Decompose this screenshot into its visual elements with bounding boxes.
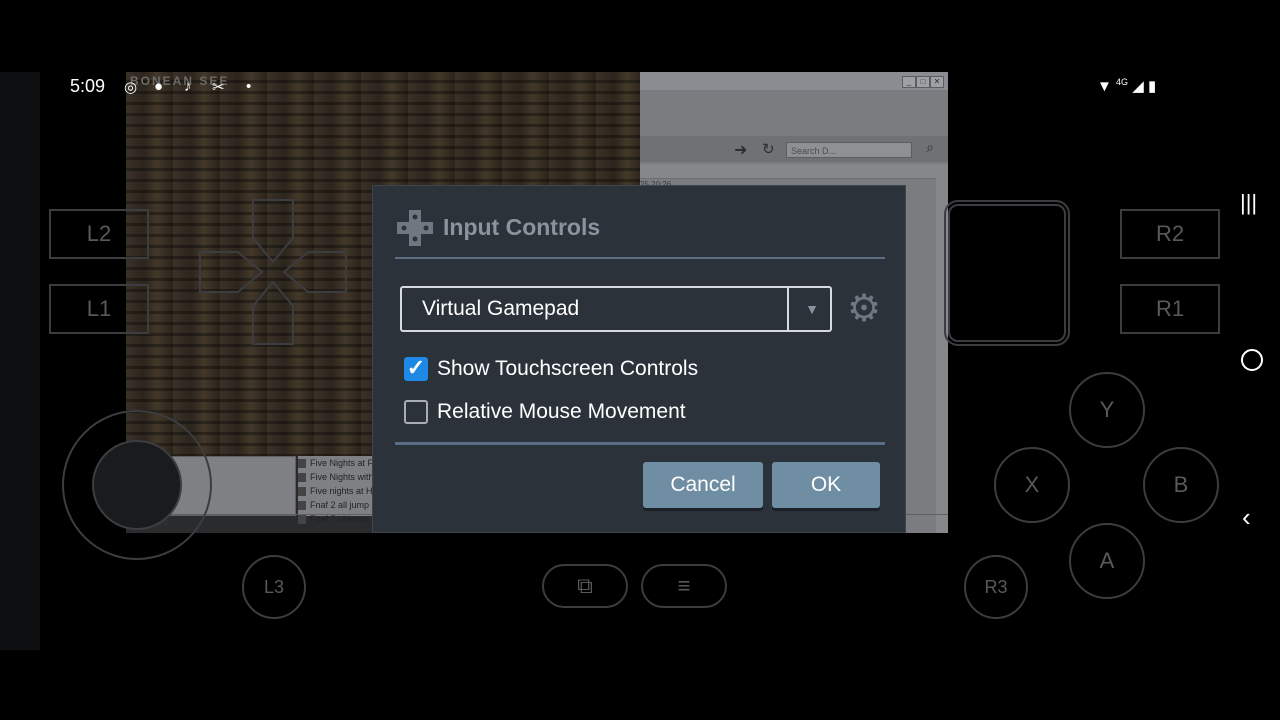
- wifi-icon: ▼: [1097, 78, 1112, 95]
- select-divider: [787, 288, 789, 330]
- file-icon: [298, 515, 306, 525]
- x-button[interactable]: X: [994, 447, 1070, 523]
- capcut-notification-icon: ✂: [212, 79, 225, 96]
- a-button[interactable]: A: [1069, 523, 1145, 599]
- network-label: 4G: [1116, 77, 1129, 87]
- title-divider: [395, 257, 885, 259]
- search-icon[interactable]: ⌕: [920, 139, 940, 159]
- file-icon: [298, 473, 306, 483]
- input-controls-dialog: Input Controls Virtual Gamepad ▼ ⚙ ✓ Sho…: [372, 185, 906, 533]
- window-titlebar: _ □ ✕: [640, 72, 948, 90]
- chat-notification-icon: ●: [154, 78, 164, 95]
- gear-icon[interactable]: ⚙: [847, 289, 881, 329]
- tiktok-notification-icon: ♪: [184, 78, 192, 95]
- show-touchscreen-checkbox[interactable]: ✓: [404, 355, 428, 381]
- file-icon: [298, 487, 306, 497]
- gamepad-icon: [395, 208, 435, 248]
- status-clock: 5:09: [70, 76, 106, 96]
- system-status-icons: ▼ 4G ◢ ▮: [1097, 77, 1156, 95]
- list-header: [640, 164, 940, 179]
- forward-arrow-icon[interactable]: ➜: [734, 140, 747, 160]
- show-touchscreen-label[interactable]: Show Touchscreen Controls: [437, 357, 698, 381]
- l3-button[interactable]: L3: [242, 555, 306, 619]
- relative-mouse-checkbox[interactable]: [404, 400, 428, 424]
- search-input[interactable]: Search D...: [786, 142, 912, 158]
- actions-divider: [395, 442, 885, 445]
- left-edge-strip: [0, 72, 40, 650]
- controls-profile-select[interactable]: Virtual Gamepad ▼: [400, 286, 832, 332]
- start-button[interactable]: ≡: [641, 564, 727, 608]
- maximize-icon[interactable]: □: [916, 76, 930, 88]
- home-icon[interactable]: [1241, 349, 1263, 371]
- select-button[interactable]: ⧉: [542, 564, 628, 608]
- r3-button[interactable]: R3: [964, 555, 1028, 619]
- more-notifications-icon: •: [246, 78, 252, 95]
- windows-icon: ⧉: [577, 573, 593, 598]
- select-value: Virtual Gamepad: [422, 297, 580, 320]
- close-icon[interactable]: ✕: [930, 76, 944, 88]
- menu-icon: ≡: [677, 573, 691, 598]
- ok-button[interactable]: OK: [772, 462, 880, 508]
- file-icon: [298, 501, 306, 511]
- signal-icon: ◢: [1132, 78, 1144, 95]
- l1-button[interactable]: L1: [49, 284, 149, 334]
- refresh-icon[interactable]: ↻: [762, 140, 775, 158]
- battery-icon: ▮: [1147, 78, 1157, 95]
- recent-apps-icon[interactable]: |||: [1240, 190, 1257, 216]
- right-touchpad[interactable]: [944, 200, 1070, 346]
- cancel-button[interactable]: Cancel: [643, 462, 763, 508]
- checkmark-icon: ✓: [406, 355, 426, 380]
- relative-mouse-label[interactable]: Relative Mouse Movement: [437, 400, 686, 424]
- back-icon[interactable]: ‹: [1242, 502, 1251, 533]
- camera-notification-icon: ◎: [124, 79, 138, 96]
- left-analog-thumb[interactable]: [92, 440, 182, 530]
- dialog-title: Input Controls: [443, 214, 601, 240]
- b-button[interactable]: B: [1143, 447, 1219, 523]
- r2-button[interactable]: R2: [1120, 209, 1220, 259]
- y-button[interactable]: Y: [1069, 372, 1145, 448]
- minimize-icon[interactable]: _: [902, 76, 916, 88]
- r1-button[interactable]: R1: [1120, 284, 1220, 334]
- l2-button[interactable]: L2: [49, 209, 149, 259]
- file-icon: [298, 459, 306, 469]
- dpad-icon[interactable]: [198, 198, 348, 346]
- chevron-down-icon[interactable]: ▼: [795, 288, 829, 330]
